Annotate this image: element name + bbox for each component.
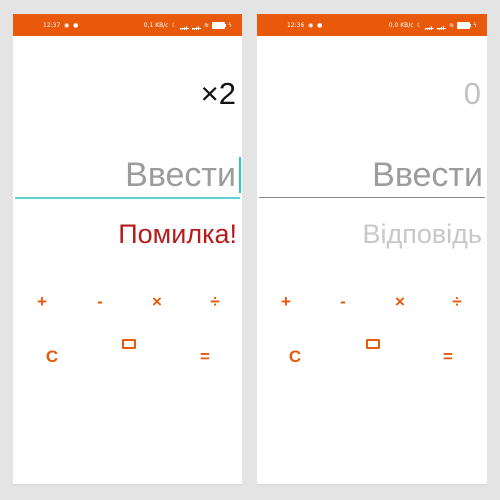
input-hint: Ввести: [372, 156, 483, 194]
multiply-button[interactable]: ×: [380, 291, 420, 313]
bottom-edge: [13, 484, 242, 486]
answer-display: Помилка!: [118, 219, 237, 249]
signal-icon: [192, 23, 201, 30]
signal-icon: [425, 23, 434, 30]
notification-icons: ◉ ●: [64, 22, 80, 29]
signal-icon: [180, 23, 189, 30]
text-cursor: [239, 157, 241, 193]
clear-button[interactable]: C: [275, 346, 315, 368]
network-speed: 0,0 KB/c: [388, 22, 414, 29]
network-speed: 0,1 KB/c: [143, 22, 169, 29]
wifi-icon: ≋: [204, 22, 210, 29]
backspace-icon[interactable]: [366, 339, 380, 349]
minus-button[interactable]: -: [323, 291, 363, 313]
wifi-icon: ≋: [449, 22, 455, 29]
bottom-edge: [257, 484, 487, 486]
charging-icon: ϟ: [228, 22, 232, 29]
plus-button[interactable]: +: [266, 291, 306, 313]
divide-button[interactable]: ÷: [195, 291, 235, 313]
status-time: 12:36: [287, 22, 305, 29]
equals-button[interactable]: =: [185, 346, 225, 368]
number-input[interactable]: Ввести: [13, 154, 242, 196]
charging-icon: ϟ: [473, 22, 477, 29]
plus-button[interactable]: +: [22, 291, 62, 313]
equals-button[interactable]: =: [428, 346, 468, 368]
status-right: 0,0 KB/c ☾ ≋ ϟ: [388, 22, 477, 30]
input-underline: [259, 197, 485, 198]
input-hint: Ввести: [125, 156, 236, 194]
status-right: 0,1 KB/c ☾ ≋ ϟ: [143, 22, 232, 30]
result-display: 0: [463, 76, 481, 111]
status-time: 12:37: [43, 22, 61, 29]
phone-screen-left: 12:37 ◉ ● 0,1 KB/c ☾ ≋ ϟ ×2 Ввести Помил…: [13, 14, 242, 486]
notification-icons: ◉ ●: [308, 22, 324, 29]
divide-button[interactable]: ÷: [437, 291, 477, 313]
multiply-button[interactable]: ×: [137, 291, 177, 313]
phone-screen-right: 12:36 ◉ ● 0,0 KB/c ☾ ≋ ϟ 0 Ввести Відпов…: [257, 14, 487, 486]
number-input[interactable]: Ввести: [257, 154, 487, 196]
signal-icon: [437, 23, 446, 30]
answer-display: Відповідь: [362, 219, 482, 249]
clear-button[interactable]: C: [32, 346, 72, 368]
dnd-icon: ☾: [171, 22, 177, 29]
result-display: ×2: [200, 76, 236, 111]
dnd-icon: ☾: [416, 22, 422, 29]
status-bar: 12:36 ◉ ● 0,0 KB/c ☾ ≋ ϟ: [257, 14, 487, 36]
input-underline: [15, 197, 240, 199]
minus-button[interactable]: -: [80, 291, 120, 313]
backspace-icon[interactable]: [122, 339, 136, 349]
battery-icon: [212, 22, 227, 29]
status-bar: 12:37 ◉ ● 0,1 KB/c ☾ ≋ ϟ: [13, 14, 242, 36]
battery-icon: [457, 22, 472, 29]
